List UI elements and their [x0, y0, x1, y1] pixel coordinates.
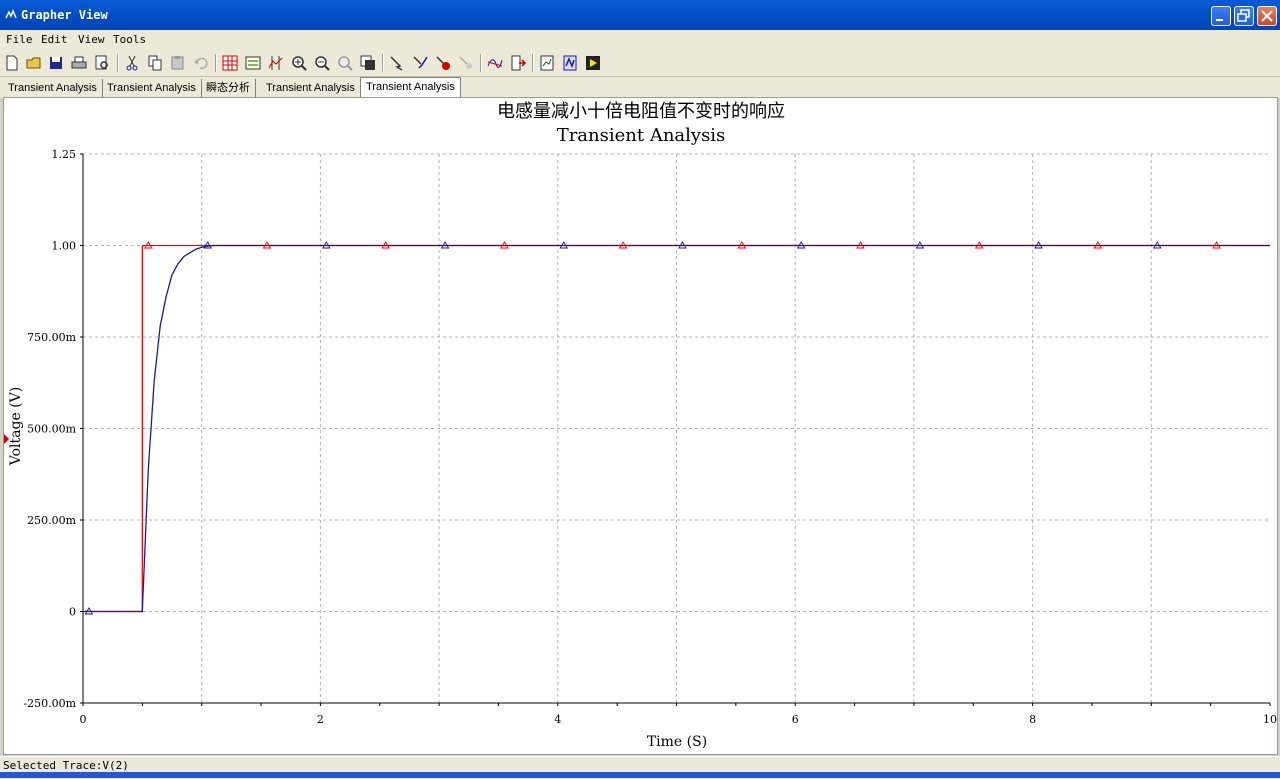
- x-axis-label: Time (S): [647, 734, 707, 750]
- y-tick-label: 0: [69, 606, 76, 619]
- show-cursor-icon[interactable]: [486, 54, 504, 72]
- close-icon: [1261, 10, 1273, 22]
- toolbar-separator: [215, 54, 217, 72]
- tab-strip: Transient Analysis Transient Analysis 瞬态…: [0, 77, 1280, 98]
- save-icon[interactable]: [47, 54, 65, 72]
- chart-subtitle: Transient Analysis: [557, 125, 726, 146]
- zoom-in-icon[interactable]: [290, 54, 308, 72]
- tab-transient-analysis-2[interactable]: Transient Analysis: [102, 79, 202, 97]
- reverse-colors-icon[interactable]: [434, 54, 452, 72]
- restore-button[interactable]: [1234, 6, 1254, 26]
- taskbar: [0, 772, 1280, 778]
- y-tick-label: -250.00m: [23, 697, 76, 710]
- x-tick-label: 8: [1029, 713, 1036, 726]
- x-tick-label: 10: [1263, 713, 1277, 726]
- y-axis-label: Voltage (V): [8, 387, 24, 466]
- menu-edit[interactable]: Edit: [41, 33, 68, 46]
- select-marks-icon[interactable]: [388, 54, 406, 72]
- new-icon[interactable]: [3, 54, 21, 72]
- restore-icon: [1237, 9, 1250, 22]
- chart-axes: [80, 153, 1271, 706]
- toolbar-separator: [532, 54, 534, 72]
- properties-icon[interactable]: [538, 54, 556, 72]
- grid-icon[interactable]: [221, 54, 239, 72]
- toolbar: [0, 50, 1280, 77]
- paste-icon[interactable]: [169, 54, 187, 72]
- minimize-icon: [1216, 19, 1223, 21]
- toolbar-separator: [480, 54, 482, 72]
- y-tick-labels: -250.00m 0 250.00m 500.00m 750.00m 1.00 1.25: [23, 148, 76, 710]
- legend-icon[interactable]: [244, 54, 262, 72]
- zoom-full-icon[interactable]: [336, 54, 354, 72]
- cursors-icon[interactable]: [267, 54, 285, 72]
- x-tick-label: 0: [80, 713, 87, 726]
- x-tick-labels: 0 2 4 6 8 10: [80, 713, 1278, 726]
- chart-title: 电感量减小十倍电阻值不变时的响应: [497, 101, 785, 122]
- cut-icon[interactable]: [123, 54, 141, 72]
- y-tick-label: 1.00: [52, 240, 77, 253]
- toolbar-separator: [117, 54, 119, 72]
- title-bar: Grapher View: [0, 0, 1280, 30]
- undo-icon[interactable]: [192, 54, 210, 72]
- menu-bar: File Edit View Tools: [0, 30, 1280, 50]
- zoom-out-icon[interactable]: [313, 54, 331, 72]
- close-button[interactable]: [1257, 6, 1277, 26]
- x-tick-label: 6: [792, 713, 799, 726]
- export-excel-icon[interactable]: [509, 54, 527, 72]
- menu-file[interactable]: File: [6, 33, 33, 46]
- pick-trace-icon[interactable]: [411, 54, 429, 72]
- toolbar-separator: [382, 54, 384, 72]
- print-icon[interactable]: [70, 54, 88, 72]
- y-tick-label: 750.00m: [27, 331, 76, 344]
- x-tick-label: 4: [554, 713, 561, 726]
- app-icon: [5, 9, 17, 19]
- graph-panel[interactable]: 电感量减小十倍电阻值不变时的响应 Transient Analysis -250…: [3, 97, 1278, 755]
- open-icon[interactable]: [25, 54, 43, 72]
- y-tick-label: 1.25: [52, 148, 77, 161]
- status-text: Selected Trace:V(2): [3, 759, 129, 772]
- export-labview-icon[interactable]: [584, 54, 602, 72]
- window-title: Grapher View: [21, 8, 108, 22]
- overlay-icon[interactable]: [359, 54, 377, 72]
- y-tick-label: 500.00m: [27, 423, 76, 436]
- print-preview-icon[interactable]: [93, 54, 111, 72]
- tab-transient-analysis-active[interactable]: Transient Analysis: [360, 77, 461, 98]
- minimize-button[interactable]: [1211, 6, 1231, 26]
- clear-icon[interactable]: [457, 54, 475, 72]
- y-tick-label: 250.00m: [27, 514, 76, 527]
- x-tick-label: 2: [317, 713, 324, 726]
- tab-transient-analysis-zh[interactable]: 瞬态分析: [201, 79, 256, 97]
- chart-grid: [83, 153, 1270, 703]
- copy-icon[interactable]: [146, 54, 164, 72]
- tab-transient-analysis-1[interactable]: Transient Analysis: [3, 79, 103, 97]
- menu-tools[interactable]: Tools: [113, 33, 146, 46]
- tab-transient-analysis-4[interactable]: Transient Analysis: [261, 79, 361, 97]
- transient-chart[interactable]: 电感量减小十倍电阻值不变时的响应 Transient Analysis -250…: [4, 98, 1277, 754]
- add-trace-icon[interactable]: [561, 54, 579, 72]
- menu-view[interactable]: View: [78, 33, 105, 46]
